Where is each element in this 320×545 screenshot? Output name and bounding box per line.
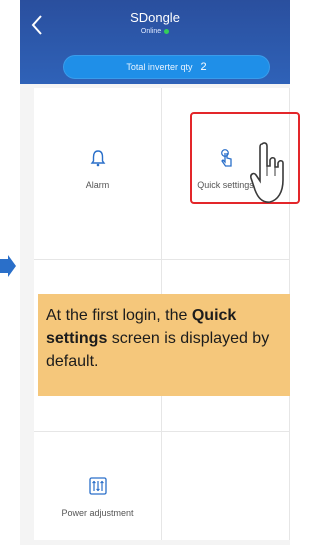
callout-note: At the first login, the Quick settings s… (38, 294, 290, 396)
tile-power-adjustment[interactable]: Power adjustment (34, 432, 162, 545)
sliders-icon (88, 477, 107, 495)
tile-label: Alarm (85, 180, 110, 190)
connection-status: Online (20, 28, 290, 35)
arrow-right-icon (0, 255, 16, 277)
inverter-qty-label: Total inverter qty (126, 62, 193, 72)
page-title: SDongle (130, 10, 180, 25)
bottom-edge (20, 540, 290, 545)
note-text-start: At the first login, the (46, 307, 192, 324)
bell-icon (90, 150, 105, 167)
tile-empty (162, 432, 290, 545)
status-label: Online (140, 28, 162, 35)
tile-label: Power adjustment (61, 508, 134, 518)
app-header: SDongle Online Total inverter qty 2 (20, 0, 290, 84)
status-dot-icon (164, 28, 170, 34)
tile-alarm[interactable]: Alarm (34, 88, 162, 260)
inverter-qty-value: 2 (200, 61, 207, 73)
hand-pointer-icon (250, 142, 284, 203)
app-screen: SDongle Online Total inverter qty 2 Alar… (20, 0, 290, 545)
inverter-qty-bar[interactable]: Total inverter qty 2 (63, 55, 270, 79)
